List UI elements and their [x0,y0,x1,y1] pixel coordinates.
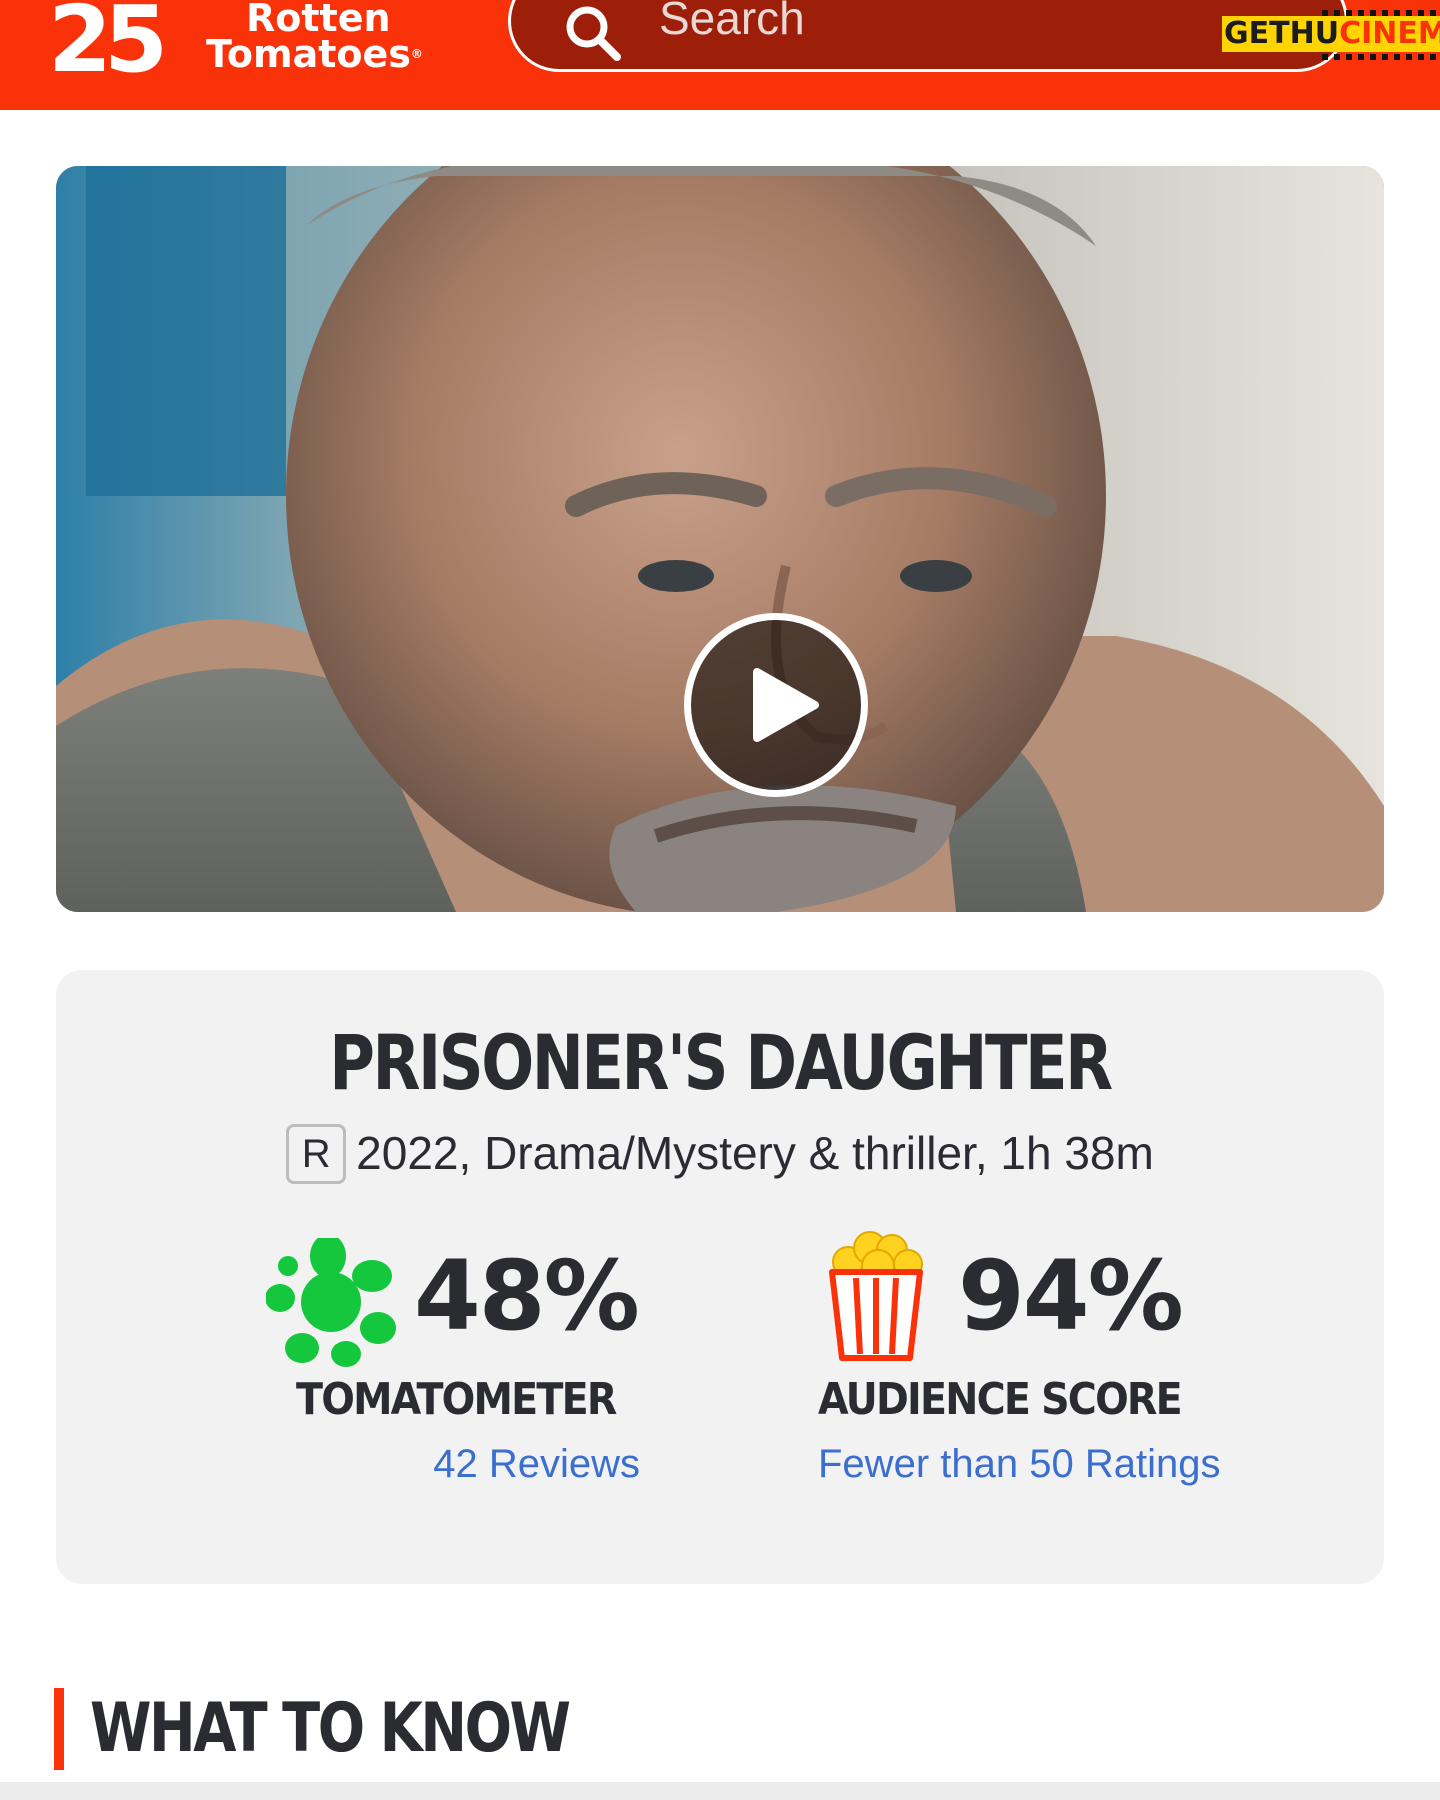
watermark-logo: GETHUCINEMA [1222,10,1440,60]
rotten-splat-icon [265,1234,396,1373]
logo-line-2-text: Tomatoes [206,32,411,76]
popcorn-icon [826,1228,926,1369]
ratings-count-link[interactable]: Fewer than 50 Ratings [818,1442,1220,1487]
tomatometer-label: TOMATOMETER [296,1374,617,1425]
play-button[interactable] [684,613,868,797]
site-header: 25 Rotten Tomatoes® Search GETHUCINEMA [0,0,1440,110]
logo-wordmark: Rotten Tomatoes® [206,0,423,73]
movie-title: PRISONER'S DAUGHTER [329,1018,1113,1107]
logo-anniversary-mark: 25 [48,0,168,93]
trailer-video[interactable] [56,166,1384,912]
what-to-know-heading: WHAT TO KNOW [90,1689,571,1768]
mpaa-rating-badge: R [286,1123,347,1184]
movie-info-text: 2022, Drama/Mystery & thriller, 1h 38m [356,1127,1154,1179]
reviews-count-link[interactable]: 42 Reviews [433,1442,640,1487]
section-accent-bar [54,1688,64,1770]
watermark-text: GETHUCINEMA [1222,16,1440,52]
search-icon [563,3,623,63]
play-icon [753,668,819,742]
logo-line-1: Rotten [246,0,391,40]
movie-info: R 2022, Drama/Mystery & thriller, 1h 38m [56,1123,1384,1187]
watermark-part-1: GETHU [1224,16,1340,51]
audience-score-label: AUDIENCE SCORE [818,1374,1183,1425]
section-divider [0,1782,1440,1800]
video-thumbnail [56,166,1384,912]
watermark-part-2: CINEMA [1339,16,1440,51]
film-strip-bottom [1322,54,1438,60]
tomatometer-value: 48% [414,1240,640,1352]
logo-line-2: Tomatoes® [206,35,423,73]
audience-score-value: 94% [958,1240,1184,1352]
rotten-tomatoes-logo[interactable]: 25 Rotten Tomatoes® [48,0,458,86]
search-placeholder: Search [659,0,805,44]
score-panel: PRISONER'S DAUGHTER R 2022, Drama/Mystery… [56,970,1384,1584]
logo-trademark: ® [410,47,423,61]
